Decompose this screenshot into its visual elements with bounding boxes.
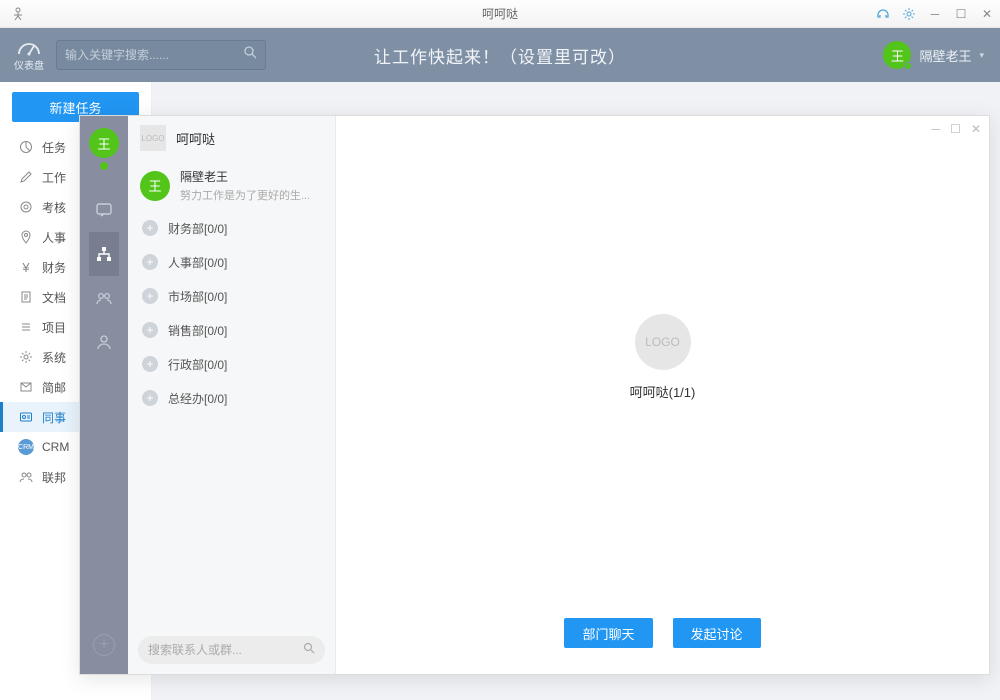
department-label: 人事部[0/0] [168,254,227,271]
banner-text: 让工作快起来！（设置里可改） [374,43,626,68]
chat-sidebar: 王 + [80,116,128,674]
dashboard-label: 仪表盘 [14,57,44,72]
headset-icon[interactable] [874,5,892,23]
nav-item-label: 联邦 [42,469,66,486]
dashboard-button[interactable]: 仪表盘 [14,38,44,72]
department-item[interactable]: + 销售部[0/0] [128,313,335,347]
department-item[interactable]: + 行政部[0/0] [128,347,335,381]
expand-icon: + [142,288,158,304]
nav-item-label: 简邮 [42,379,66,396]
department-item[interactable]: + 财务部[0/0] [128,211,335,245]
department-item[interactable]: + 总经办[0/0] [128,381,335,415]
expand-icon: + [142,220,158,236]
pin-icon [18,229,34,245]
nav-item-label: 财务 [42,259,66,276]
user-avatar: 王 [883,41,911,69]
window-title: 呵呵哒 [482,5,518,22]
search-icon[interactable] [244,46,257,64]
chat-org-header[interactable]: LOGO 呵呵哒 [128,116,335,160]
nav-item-label: 同事 [42,409,66,426]
nav-item-label: 文档 [42,289,66,306]
global-search[interactable] [56,40,266,70]
nav-item-label: 任务 [42,139,66,156]
chat-list-panel: LOGO 呵呵哒 王 隔壁老王 努力工作是为了更好的生... + 财务部[0/0]… [128,116,336,674]
nav-item-label: 系统 [42,349,66,366]
chat-window: 王 + LOGO 呵呵哒 王 隔壁老王 努力工作是为了更好的生... + 财务部[… [79,115,990,675]
chat-user-avatar-small: 王 [140,171,170,201]
user-name: 隔壁老王 [919,46,971,65]
chat-tab-messages[interactable] [89,188,119,232]
nav-item-label: CRM [42,440,69,454]
doc-icon [18,289,34,305]
top-bar: 仪表盘 让工作快起来！（设置里可改） 王 隔壁老王 ▾ [0,28,1000,82]
search-icon[interactable] [303,641,315,659]
app-icon [6,2,30,26]
yen-icon: ¥ [18,259,34,275]
department-item[interactable]: + 人事部[0/0] [128,245,335,279]
presence-dot [904,62,912,70]
dept-chat-button[interactable]: 部门聊天 [564,618,652,648]
start-discussion-button[interactable]: 发起讨论 [673,618,761,648]
nav-item-label: 项目 [42,319,66,336]
nav-item-label: 工作 [42,169,66,186]
settings-icon[interactable] [900,5,918,23]
minimize-button[interactable]: ─ [926,5,944,23]
nav-item-label: 考核 [42,199,66,216]
maximize-button[interactable]: ☐ [952,5,970,23]
chat-user-avatar[interactable]: 王 [89,128,119,158]
chat-main-panel: ─ ☐ ✕ LOGO 呵呵哒(1/1) 部门聊天 发起讨论 [336,116,989,674]
list-icon [18,319,34,335]
search-input[interactable] [65,48,244,62]
expand-icon: + [142,356,158,372]
expand-icon: + [142,322,158,338]
chat-maximize-button[interactable]: ☐ [950,122,961,136]
presence-indicator [100,162,108,170]
title-bar: 呵呵哒 ─ ☐ ✕ [0,0,1000,28]
department-label: 市场部[0/0] [168,288,227,305]
chat-user-name: 隔壁老王 [180,168,310,185]
chat-search-input[interactable] [148,643,303,657]
org-logo-large: LOGO [635,314,691,370]
expand-icon: + [142,254,158,270]
department-label: 财务部[0/0] [168,220,227,237]
close-button[interactable]: ✕ [978,5,996,23]
chat-minimize-button[interactable]: ─ [932,122,941,136]
chat-tab-contacts[interactable] [89,320,119,364]
pencil-icon [18,169,34,185]
crm-icon: CRM [18,439,34,455]
department-label: 销售部[0/0] [168,322,227,339]
chat-tab-groups[interactable] [89,276,119,320]
org-logo-icon: LOGO [140,125,166,151]
org-member-count: 呵呵哒(1/1) [630,382,696,401]
gear-icon [18,349,34,365]
card-icon [18,409,34,425]
chat-current-user[interactable]: 王 隔壁老王 努力工作是为了更好的生... [128,160,335,211]
chat-tab-org[interactable] [89,232,119,276]
org-title: 呵呵哒 [176,129,215,148]
people-icon [18,469,34,485]
chat-add-button[interactable]: + [93,634,115,656]
department-label: 总经办[0/0] [168,390,227,407]
mail-icon [18,379,34,395]
chat-user-signature: 努力工作是为了更好的生... [180,187,310,203]
department-item[interactable]: + 市场部[0/0] [128,279,335,313]
expand-icon: + [142,390,158,406]
nav-item-label: 人事 [42,229,66,246]
chat-close-button[interactable]: ✕ [971,122,981,136]
department-label: 行政部[0/0] [168,356,227,373]
target-icon [18,199,34,215]
pie-icon [18,139,34,155]
chevron-down-icon: ▾ [979,50,984,61]
user-menu[interactable]: 王 隔壁老王 ▾ [883,41,984,69]
chat-search[interactable] [138,636,325,664]
